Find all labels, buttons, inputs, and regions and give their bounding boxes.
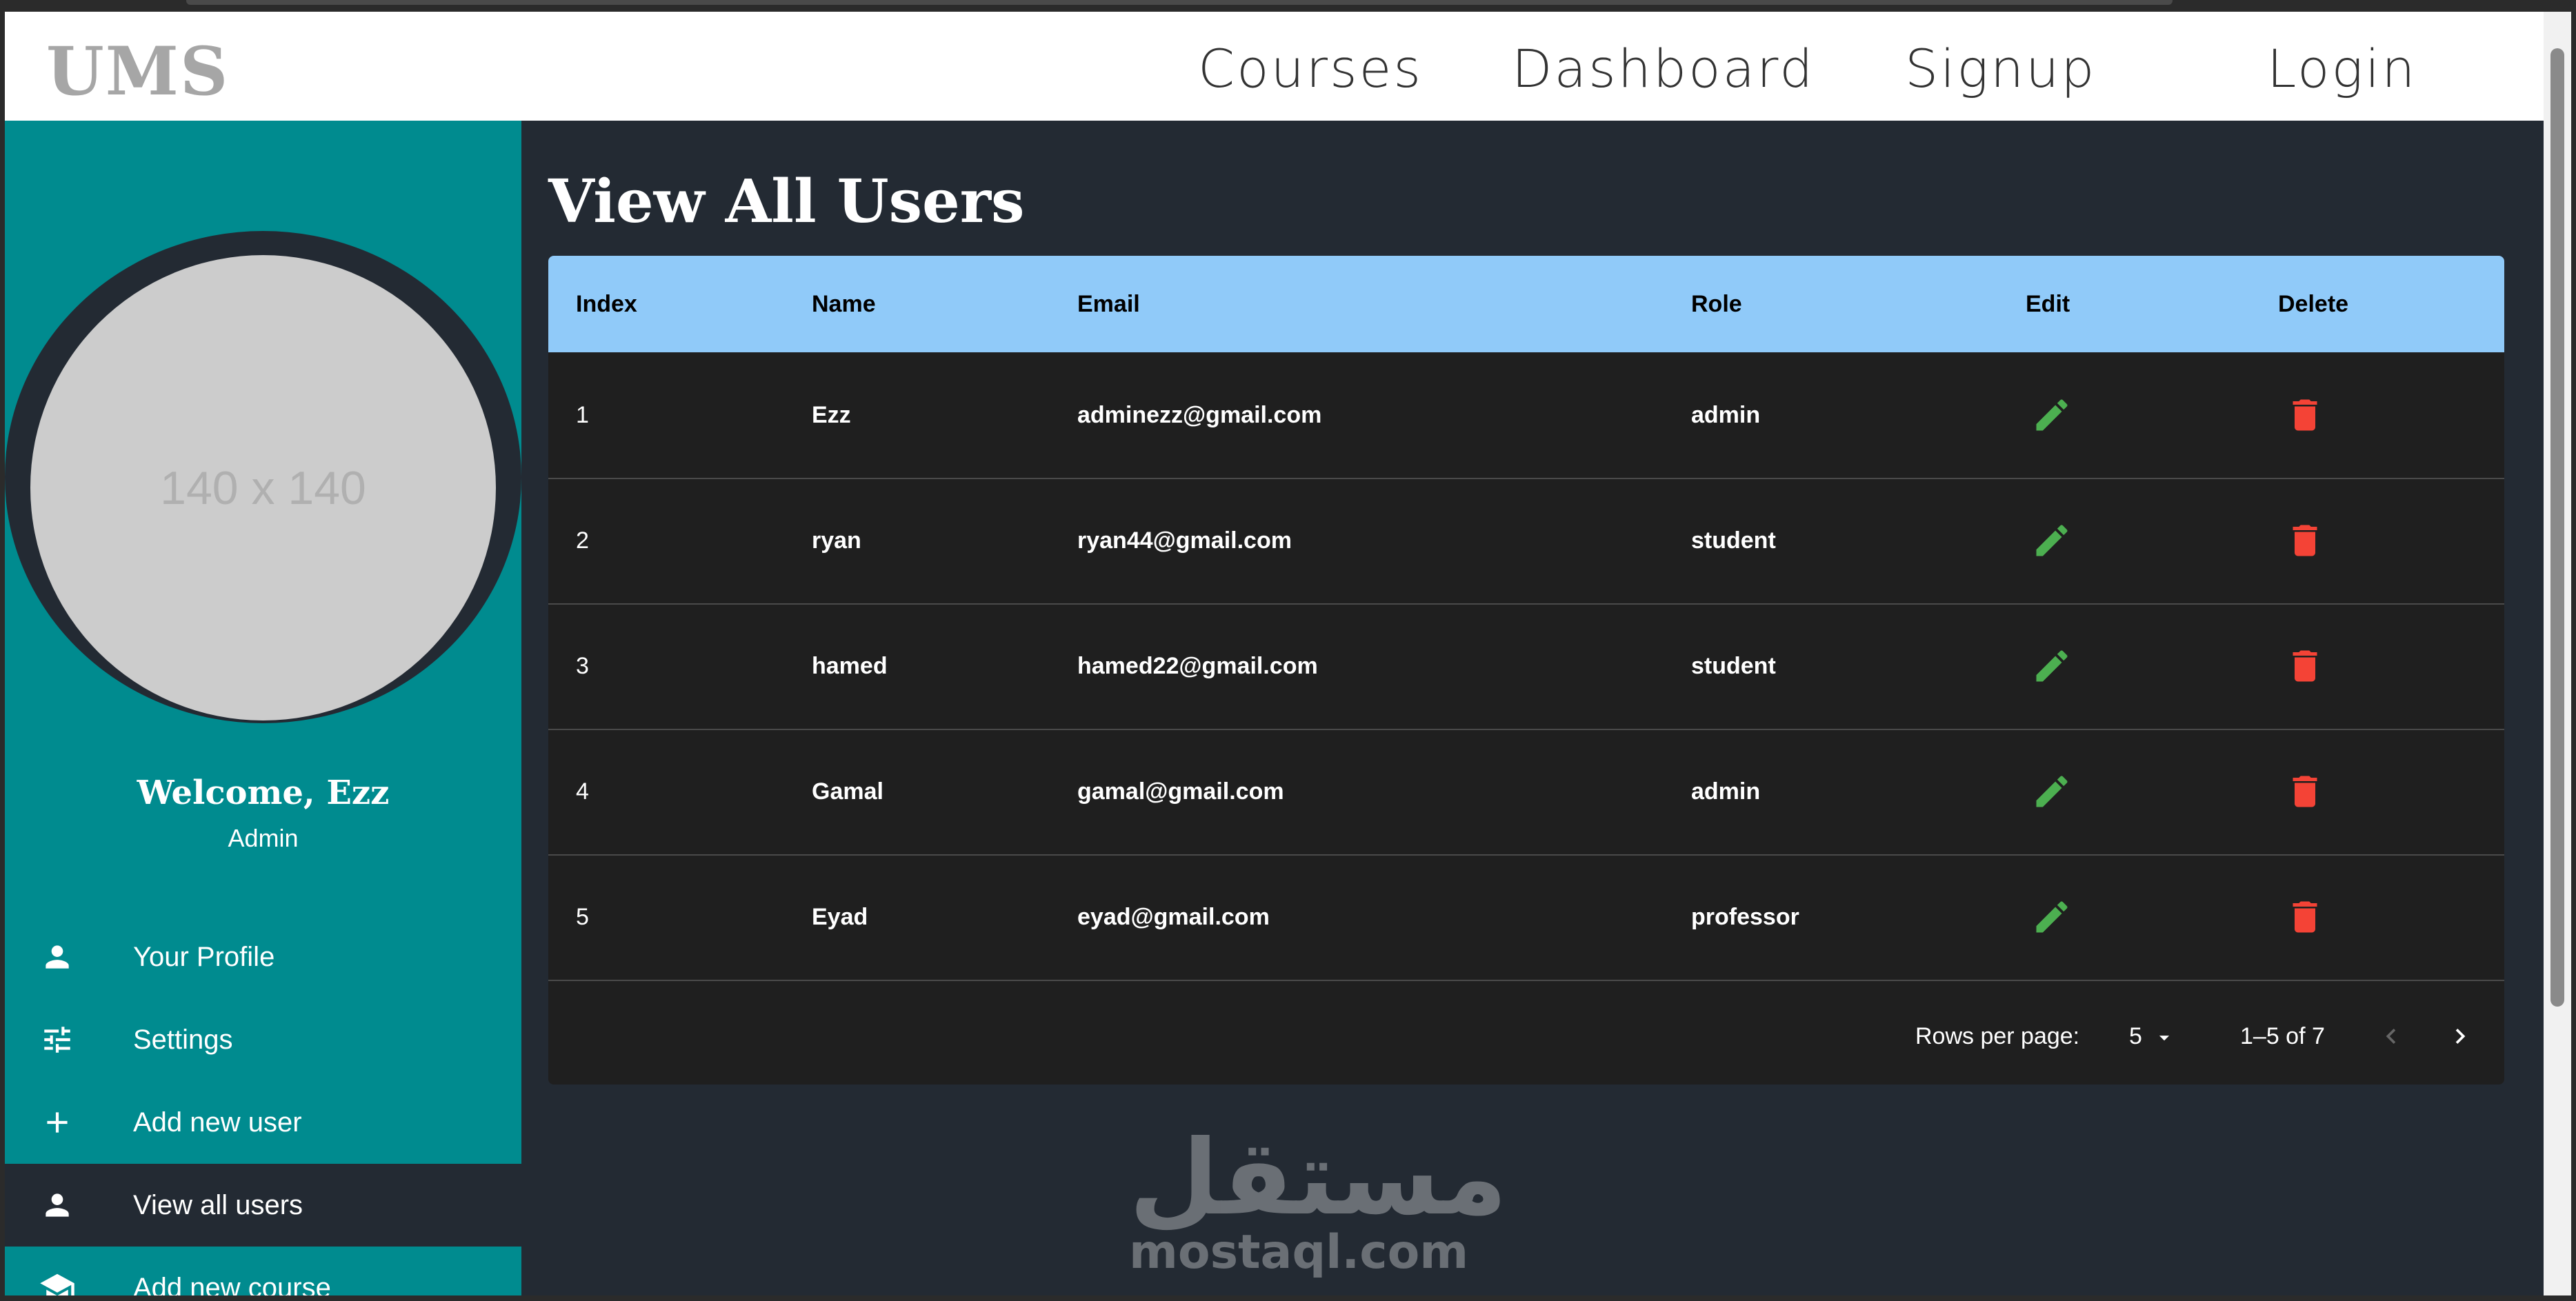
table-header: Index Name Email Role Edit Delete — [548, 256, 2504, 352]
delete-icon[interactable] — [2284, 645, 2326, 687]
nav-login[interactable]: Login — [2267, 38, 2417, 99]
edit-icon[interactable] — [2031, 771, 2073, 812]
table-row: 1 Ezz adminezz@gmail.com admin — [548, 352, 2504, 479]
delete-icon[interactable] — [2284, 520, 2326, 561]
tune-icon — [37, 1019, 78, 1060]
cell-email: adminezz@gmail.com — [1077, 402, 1322, 428]
cell-index: 3 — [576, 653, 589, 679]
rows-per-page-select[interactable]: 5 — [2129, 988, 2176, 1085]
sidebar-item-add-new-user[interactable]: Add new user — [5, 1081, 521, 1164]
sidebar: 140 x 140 Welcome, Ezz Admin Your Profil… — [5, 121, 521, 1295]
school-icon — [37, 1267, 78, 1295]
sidebar-item-label: Settings — [133, 1024, 233, 1055]
column-header-email[interactable]: Email — [1077, 256, 1140, 352]
watermark-arabic: مستقل — [1129, 1118, 1508, 1238]
chevron-right-icon[interactable] — [2445, 1021, 2475, 1051]
table-pagination: Rows per page: 5 1–5 of 7 — [548, 988, 2504, 1085]
cell-name: ryan — [812, 527, 861, 554]
page-title: View All Users — [548, 167, 1025, 236]
cell-role: professor — [1691, 904, 1799, 930]
cell-email: gamal@gmail.com — [1077, 778, 1284, 805]
column-header-delete: Delete — [2278, 291, 2349, 317]
nav-signup[interactable]: Signup — [1905, 38, 2097, 99]
welcome-text: Welcome, Ezz — [137, 774, 390, 812]
nav-dashboard[interactable]: Dashboard — [1512, 38, 1815, 99]
cell-role: student — [1691, 653, 1776, 679]
watermark: مستقل mostaql.com — [1129, 1118, 1508, 1287]
top-navbar: UMS Courses Dashboard Signup Login — [5, 12, 2544, 121]
sidebar-item-view-all-users[interactable]: View all users — [5, 1164, 521, 1247]
sidebar-item-add-new-course[interactable]: Add new course — [5, 1247, 521, 1295]
sidebar-item-settings[interactable]: Settings — [5, 998, 521, 1081]
chevron-left-icon[interactable] — [2376, 1021, 2406, 1051]
user-role: Admin — [228, 824, 299, 852]
cell-name: Ezz — [812, 402, 851, 428]
cell-role: student — [1691, 527, 1776, 554]
cell-name: Gamal — [812, 778, 883, 805]
cell-index: 1 — [576, 402, 589, 428]
plus-icon — [37, 1102, 78, 1143]
pagination-range: 1–5 of 7 — [2240, 1023, 2325, 1049]
person-icon — [37, 936, 78, 978]
sidebar-item-label: Add new course — [133, 1272, 331, 1296]
table-row: 4 Gamal gamal@gmail.com admin — [548, 729, 2504, 856]
scrollbar-thumb[interactable] — [2550, 48, 2564, 1007]
delete-icon[interactable] — [2284, 394, 2326, 436]
cell-email: ryan44@gmail.com — [1077, 527, 1292, 554]
delete-icon[interactable] — [2284, 771, 2326, 812]
avatar: 140 x 140 — [30, 255, 496, 720]
caret-down-icon — [2159, 1036, 2170, 1041]
edit-icon[interactable] — [2031, 394, 2073, 436]
table-row: 3 hamed hamed22@gmail.com student — [548, 603, 2504, 730]
edit-icon[interactable] — [2031, 896, 2073, 938]
cell-role: admin — [1691, 778, 1761, 805]
sidebar-item-your-profile[interactable]: Your Profile — [5, 916, 521, 998]
column-header-edit: Edit — [2026, 291, 2070, 317]
cell-index: 2 — [576, 527, 589, 554]
delete-icon[interactable] — [2284, 896, 2326, 938]
column-header-name[interactable]: Name — [812, 256, 876, 352]
edit-icon[interactable] — [2031, 520, 2073, 561]
sidebar-item-label: Add new user — [133, 1107, 302, 1138]
app-logo[interactable]: UMS — [46, 32, 229, 110]
cell-name: hamed — [812, 653, 888, 679]
page: UMS Courses Dashboard Signup Login 140 x… — [5, 12, 2544, 1295]
users-table: Index Name Email Role Edit Delete 1 Ezz … — [548, 256, 2504, 1085]
sidebar-item-label: View all users — [133, 1189, 303, 1220]
column-header-role[interactable]: Role — [1691, 256, 1742, 352]
cell-role: admin — [1691, 402, 1761, 428]
rows-per-page-label: Rows per page: — [1915, 1023, 2080, 1049]
person-icon — [37, 1184, 78, 1226]
cell-index: 4 — [576, 778, 589, 805]
avatar-placeholder-text: 140 x 140 — [160, 461, 366, 514]
cell-email: eyad@gmail.com — [1077, 904, 1270, 930]
column-header-index[interactable]: Index — [576, 256, 637, 352]
cell-index: 5 — [576, 904, 589, 930]
cell-email: hamed22@gmail.com — [1077, 653, 1318, 679]
sidebar-item-label: Your Profile — [133, 941, 275, 972]
browser-tab-bar — [186, 0, 2173, 5]
table-row: 2 ryan ryan44@gmail.com student — [548, 478, 2504, 605]
nav-courses[interactable]: Courses — [1198, 38, 1423, 99]
table-row: 5 Eyad eyad@gmail.com professor — [548, 854, 2504, 981]
rows-per-page-value: 5 — [2129, 1023, 2142, 1049]
browser-top-strip — [0, 0, 2576, 12]
cell-name: Eyad — [812, 904, 868, 930]
edit-icon[interactable] — [2031, 645, 2073, 687]
watermark-text: mostaql.com — [1129, 1225, 1469, 1280]
